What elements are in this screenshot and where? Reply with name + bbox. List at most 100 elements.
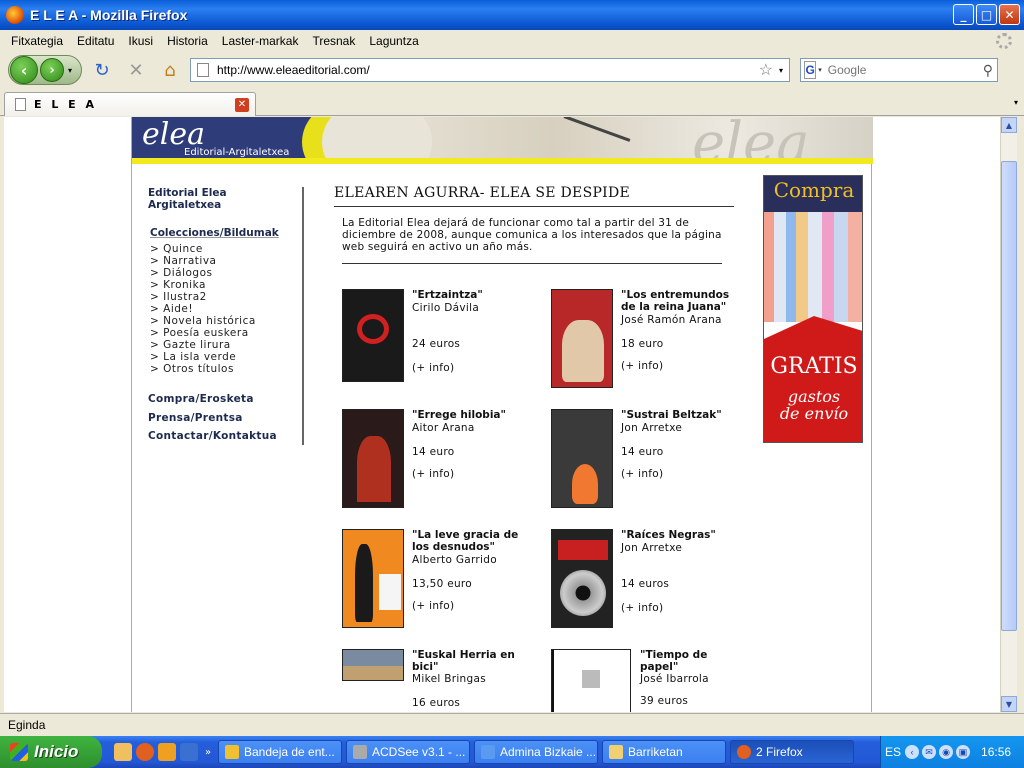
menu-fitxategia[interactable]: Fitxategia — [4, 34, 70, 48]
taskbar-item-admina[interactable]: Admina Bizkaie ... — [474, 740, 598, 764]
mail-icon[interactable]: ✉ — [922, 745, 937, 759]
close-button[interactable]: ✕ — [999, 4, 1020, 25]
taskbar-item-acdsee[interactable]: ACDSee v3.1 - ... — [346, 740, 470, 764]
taskbar-item-firefox[interactable]: 2 Firefox — [730, 740, 854, 764]
book-title[interactable]: "La leve gracia de los desnudos" — [412, 529, 532, 553]
ie-quicklaunch-icon[interactable] — [180, 743, 198, 761]
quicklaunch-chevron-icon[interactable]: » — [202, 743, 214, 761]
minimize-button[interactable]: _ — [953, 4, 974, 25]
site-sidebar: Editorial Elea Argitaletxea Colecciones/… — [144, 187, 304, 445]
scroll-thumb[interactable] — [1001, 161, 1017, 631]
shipping-ad-banner[interactable]: Compra GRATIS gastos de envío — [763, 175, 863, 443]
sidebar-item-poesia-euskera[interactable]: > Poesía euskera — [150, 327, 302, 339]
firefox-quicklaunch-icon[interactable] — [136, 743, 154, 761]
language-indicator[interactable]: ES — [885, 745, 901, 759]
tab-elea[interactable]: E L E A ✕ — [4, 92, 256, 116]
tab-list-icon[interactable]: ▾ — [1014, 98, 1018, 107]
sidebar-item-otros-titulos[interactable]: > Otros títulos — [150, 363, 302, 375]
ad-pencils-image — [764, 212, 862, 322]
sidebar-link-prensa[interactable]: Prensa/Prentsa — [148, 412, 302, 424]
sidebar-title[interactable]: Editorial Elea Argitaletxea — [148, 187, 302, 211]
menu-laguntza[interactable]: Laguntza — [362, 34, 425, 48]
book-title[interactable]: "Euskal Herria en bici" — [412, 649, 532, 673]
tab-label: E L E A — [34, 98, 98, 111]
taskbar-item-barriketan[interactable]: Barriketan — [602, 740, 726, 764]
tab-bar: E L E A ✕ ▾ — [0, 90, 1024, 116]
book-item: "Raíces Negras" Jon Arretxe 14 euros (+ … — [551, 529, 751, 639]
book-info-link[interactable]: (+ info) — [621, 602, 663, 614]
menu-editatu[interactable]: Editatu — [70, 34, 121, 48]
book-cover[interactable] — [342, 529, 404, 628]
back-button[interactable]: ‹ — [10, 56, 38, 84]
bookmark-star-icon[interactable]: ☆ — [759, 60, 773, 80]
book-cover[interactable] — [342, 649, 404, 681]
back-forward-group: ‹ › ▾ — [8, 55, 82, 85]
throbber-icon — [996, 33, 1012, 49]
sidebar-item-aide[interactable]: > Aide! — [150, 303, 302, 315]
book-title[interactable]: "Tiempo de papel" — [640, 649, 740, 673]
sidebar-collections-heading[interactable]: Colecciones/Bildumak — [150, 227, 302, 239]
menu-tresnak[interactable]: Tresnak — [305, 34, 362, 48]
forward-button[interactable]: › — [40, 58, 64, 82]
book-title[interactable]: "Los entremundos de la reina Juana" — [621, 289, 741, 313]
book-price: 18 euro — [621, 338, 664, 350]
scroll-up-arrow-icon[interactable]: ▲ — [1001, 117, 1017, 133]
sidebar-item-quince[interactable]: > Quince — [150, 243, 302, 255]
book-cover[interactable] — [551, 649, 631, 712]
sidebar-link-contactar[interactable]: Contactar/Kontaktua — [148, 430, 302, 442]
search-icon[interactable]: ⚲ — [983, 62, 993, 79]
book-info-link[interactable]: (+ info) — [412, 362, 454, 374]
book-info-link[interactable]: (+ info) — [621, 468, 663, 480]
url-input[interactable]: http://www.eleaeditorial.com/ — [217, 63, 759, 77]
book-cover[interactable] — [551, 409, 613, 508]
home-button[interactable]: ⌂ — [156, 56, 184, 84]
book-title[interactable]: "Errege hilobia" — [412, 409, 532, 421]
outlook-icon — [225, 745, 239, 759]
reload-button[interactable]: ↻ — [88, 56, 116, 84]
tray-app-icon[interactable]: ◉ — [939, 745, 954, 759]
book-cover[interactable] — [342, 289, 404, 382]
url-bar[interactable]: http://www.eleaeditorial.com/ ☆ ▾ — [190, 58, 790, 82]
start-button[interactable]: Inicio — [0, 736, 102, 768]
url-dropdown-icon[interactable]: ▾ — [779, 66, 783, 75]
book-info-link[interactable]: (+ info) — [412, 468, 454, 480]
tray-back-icon[interactable]: ‹ — [905, 745, 920, 759]
menu-historia[interactable]: Historia — [160, 34, 215, 48]
sidebar-item-la-isla-verde[interactable]: > La isla verde — [150, 351, 302, 363]
stop-button[interactable]: ✕ — [122, 56, 150, 84]
sidebar-item-gazte-lirura[interactable]: > Gazte lirura — [150, 339, 302, 351]
sidebar-link-compra[interactable]: Compra/Erosketa — [148, 393, 302, 405]
book-title[interactable]: "Ertzaintza" — [412, 289, 532, 301]
book-cover[interactable] — [342, 409, 404, 508]
sidebar-item-kronika[interactable]: > Kronika — [150, 279, 302, 291]
history-dropdown-icon[interactable]: ▾ — [68, 66, 72, 75]
search-bar[interactable]: G ▾ ⚲ — [800, 58, 998, 82]
book-title[interactable]: "Raíces Negras" — [621, 529, 741, 541]
search-input[interactable] — [827, 63, 983, 77]
search-engine-dropdown-icon[interactable]: ▾ — [818, 66, 822, 74]
app-quicklaunch-icon[interactable] — [158, 743, 176, 761]
taskbar-item-bandeja[interactable]: Bandeja de ent... — [218, 740, 342, 764]
clock: 16:56 — [981, 745, 1012, 759]
menu-ikusi[interactable]: Ikusi — [121, 34, 160, 48]
sidebar-item-dialogos[interactable]: > Diálogos — [150, 267, 302, 279]
tab-close-icon[interactable]: ✕ — [235, 97, 249, 112]
book-cover[interactable] — [551, 529, 613, 628]
status-text: Egindа — [8, 717, 46, 732]
book-cover[interactable] — [551, 289, 613, 388]
sidebar-item-ilustra2[interactable]: > Ilustra2 — [150, 291, 302, 303]
maximize-button[interactable]: □ — [976, 4, 997, 25]
network-icon[interactable]: ▣ — [956, 745, 971, 759]
book-item: "Errege hilobia" Aitor Arana 14 euro (+ … — [342, 409, 542, 519]
menu-laster-markak[interactable]: Laster-markak — [215, 34, 306, 48]
sidebar-item-narrativa[interactable]: > Narrativa — [150, 255, 302, 267]
book-title[interactable]: "Sustrai Beltzak" — [621, 409, 741, 421]
book-info-link[interactable]: (+ info) — [412, 600, 454, 612]
vertical-scrollbar[interactable]: ▲ ▼ — [1000, 117, 1017, 712]
scroll-down-arrow-icon[interactable]: ▼ — [1001, 696, 1017, 712]
folder-icon[interactable] — [114, 743, 132, 761]
sidebar-item-novela-historica[interactable]: > Novela histórica — [150, 315, 302, 327]
firefox-icon — [737, 745, 751, 759]
book-info-link[interactable]: (+ info) — [621, 360, 663, 372]
search-engine-icon[interactable]: G — [804, 61, 817, 79]
